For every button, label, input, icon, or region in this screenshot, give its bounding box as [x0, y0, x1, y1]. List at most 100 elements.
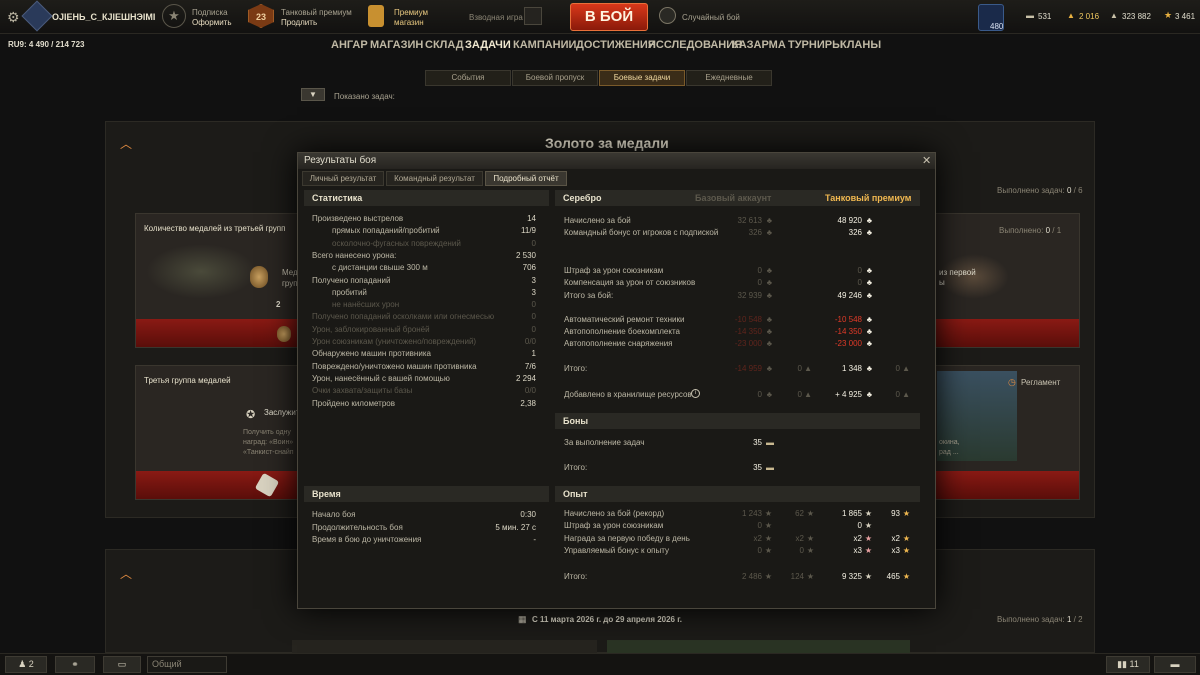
mission-card-3[interactable]: Выполнено: 0 / 1 из первой ы	[934, 213, 1080, 348]
tank-icon: ▬	[1170, 659, 1180, 669]
silver-row: Добавлено в хранилище ресурсов 0 ♣ + 4 925 ♣…	[564, 389, 914, 401]
chat-input[interactable]: Общий	[147, 656, 227, 673]
chat-channels-button[interactable]: ▭	[103, 656, 141, 673]
vehicle-button[interactable]: ▬	[1154, 656, 1196, 673]
subscription-star-icon[interactable]: ★	[162, 4, 186, 28]
nav-item-achievements[interactable]: ДОСТИЖЕНИЯ	[576, 39, 656, 51]
stat-label: Повреждено/уничтожено машин противника	[312, 361, 477, 371]
player-emblem-icon[interactable]	[21, 0, 53, 32]
info-icon[interactable]: i	[691, 389, 700, 398]
stat-value: 0	[531, 238, 536, 248]
xp-base-value: 1 243	[741, 509, 762, 518]
stat-row: Обнаружено машин противника 1	[312, 348, 546, 360]
battle-button-label: В БОЙ	[584, 8, 634, 25]
nav-item-tournaments[interactable]: ТУРНИРЫ	[788, 39, 843, 51]
nav-item-research[interactable]: ИССЛЕДОВАНИЯ	[648, 39, 742, 51]
collapse-chevron-up-icon-2[interactable]: ︿	[120, 565, 132, 582]
handshake-button[interactable]: ⚭	[55, 656, 95, 673]
xp-row: Штраф за урон союзникам 0 ★ 0 ★	[564, 520, 914, 532]
card-4-reward-bar	[935, 471, 1079, 499]
stat-value: 11/9	[521, 226, 536, 236]
notifications-button[interactable]: ▮▮ 11	[1106, 656, 1150, 673]
nav-item-shop[interactable]: МАГАЗИН	[370, 39, 423, 51]
silver-premium-value: -14 350	[834, 327, 862, 336]
silver-base-value: -14 350	[734, 327, 762, 336]
stat-row: не нанёсших урон 0	[332, 299, 546, 311]
filter-funnel-icon: ▼	[309, 90, 317, 99]
filter-button[interactable]: ▼	[301, 88, 325, 101]
card-1-reward-medal-icon	[277, 326, 291, 342]
premium-shop-icon[interactable]	[368, 5, 384, 27]
card-3-text-2: ы	[939, 278, 945, 287]
silver-premium-value: 48 920	[837, 216, 862, 225]
stat-label: Урон, заблокированный бронёй	[312, 324, 430, 334]
dialog-title: Результаты боя	[298, 153, 935, 169]
close-icon[interactable]: ✕	[922, 154, 931, 167]
nav-item-missions[interactable]: ЗАДАЧИ	[465, 39, 511, 51]
nav-item-hangar[interactable]: АНГАР	[331, 39, 368, 51]
mission-card-1[interactable]: Количество медалей из третьей групп Мед …	[135, 213, 302, 348]
tab-battle-missions[interactable]: Боевые задачи	[599, 70, 685, 86]
xp-star-icon: ★	[864, 521, 872, 530]
tab-team-result[interactable]: Командный результат	[386, 171, 483, 186]
bonds-value[interactable]: 531	[1038, 12, 1051, 21]
card-4-landscape-image	[937, 371, 1017, 461]
reglament-clock-icon[interactable]: ◷	[1008, 377, 1016, 388]
time-value: -	[533, 535, 536, 544]
mission-card-4[interactable]: ◷ Регламент окина, рад ...	[934, 365, 1080, 500]
stat-row: Повреждено/уничтожено машин противника 7/…	[312, 361, 546, 373]
card-3-done-label: Выполнено:	[999, 226, 1044, 235]
subscription-label: Подписка	[192, 8, 228, 17]
premium-shop-label-2[interactable]: магазин	[394, 18, 424, 27]
tab-daily[interactable]: Ежедневные	[686, 70, 772, 86]
server-info: RU9: 4 490 / 214 723	[8, 40, 85, 49]
gold-value[interactable]: 2 016	[1079, 12, 1099, 21]
silver-value[interactable]: 323 882	[1122, 12, 1151, 21]
friends-button[interactable]: ♟ 2	[5, 656, 47, 673]
bonds-value: 35	[753, 463, 762, 472]
battle-mode-icon[interactable]	[659, 7, 676, 24]
silver-base-value: 32 613	[737, 216, 762, 225]
xp-star-icon: ★	[764, 546, 772, 555]
notifications-count: 11	[1129, 659, 1139, 669]
bonds-header: Боны	[555, 413, 920, 429]
xp-value[interactable]: 3 461	[1175, 12, 1195, 21]
silver-icon: ♣	[766, 278, 772, 287]
silver-icon: ♣	[866, 291, 872, 300]
premium-shop-label-1[interactable]: Премиум	[394, 8, 428, 17]
tab-detailed-report[interactable]: Подробный отчёт	[485, 171, 567, 186]
battle-button[interactable]: В БОЙ	[570, 3, 648, 31]
stat-value: 0	[531, 324, 536, 334]
premium-days-badge[interactable]: 23	[248, 4, 274, 28]
card-3-text-1: из первой	[939, 268, 976, 277]
tab-events[interactable]: События	[425, 70, 511, 86]
bonds-value: 35	[753, 438, 762, 447]
nav-item-campaigns[interactable]: КАМПАНИИ	[513, 39, 576, 51]
time-value: 0:30	[520, 510, 536, 519]
collapse-chevron-up-icon[interactable]: ︿	[120, 135, 132, 152]
silver-icon: ♣	[866, 315, 872, 324]
nav-item-clans[interactable]: КЛАНЫ	[840, 39, 881, 51]
xp-premium-value: x3	[853, 546, 862, 555]
platoon-icon[interactable]	[524, 7, 542, 25]
stat-row: осколочно-фугасных повреждений 0	[332, 238, 546, 250]
stat-value: 0/0	[524, 337, 536, 346]
stat-row: с дистанции свыше 300 м 706	[332, 262, 546, 274]
settings-gear-icon[interactable]: ⚙	[7, 9, 20, 26]
xp-base-value: x2	[753, 534, 762, 543]
premium-action[interactable]: Продлить	[281, 18, 317, 27]
silver-icon: ♣	[766, 228, 772, 237]
mission-card-2[interactable]: Третья группа медалей ✪ Заслужит Получит…	[135, 365, 300, 500]
battle-mode-label[interactable]: Случайный бой	[682, 13, 740, 22]
xp-premium-free-value: x2	[891, 534, 900, 543]
tab-battle-pass[interactable]: Боевой пропуск	[512, 70, 598, 86]
tab-personal-result[interactable]: Личный результат	[302, 171, 384, 186]
handshake-icon: ⚭	[71, 659, 79, 669]
nav-item-depot[interactable]: СКЛАД	[425, 39, 464, 51]
player-name[interactable]: ОJIEНЬ_С_КJIEШНЭIMI	[52, 12, 155, 22]
subscription-action[interactable]: Оформить	[192, 18, 232, 27]
platoon-label[interactable]: Взводная игра	[469, 13, 523, 22]
stat-label: Пройдено километров	[312, 398, 395, 408]
nav-item-barracks[interactable]: КАЗАРМА	[732, 39, 786, 51]
reglament-link[interactable]: Регламент	[1021, 378, 1060, 387]
